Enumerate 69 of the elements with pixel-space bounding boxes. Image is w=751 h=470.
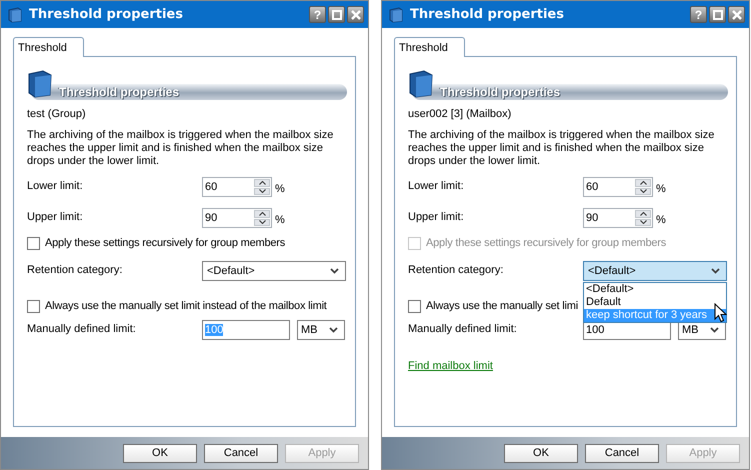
chevron-down-icon: [640, 189, 646, 194]
dialog-button[interactable]: OK: [123, 444, 197, 462]
chevron-up-icon: [258, 212, 266, 216]
dropdown-option[interactable]: <Default>: [584, 283, 726, 296]
find-limit-link[interactable]: Find mailbox limit: [408, 360, 493, 372]
field-label: Lower limit:: [408, 179, 465, 192]
field-label: Retention category:: [408, 263, 504, 276]
limit-input[interactable]: 100: [583, 320, 671, 340]
cube-icon: [27, 70, 53, 98]
field-label: Manually defined limit:: [27, 322, 137, 335]
section-title: Threshold properties: [440, 85, 560, 99]
number-spinner[interactable]: 60: [583, 177, 653, 197]
field-label: Manually defined limit:: [408, 322, 518, 335]
cube-icon: [388, 6, 404, 22]
number-spinner[interactable]: 90: [583, 208, 653, 228]
chevron-down-icon: [640, 220, 646, 224]
number-spinner[interactable]: 90: [202, 208, 272, 228]
chevron-down-icon: [330, 268, 339, 274]
close-button[interactable]: [728, 6, 745, 23]
section-title: Threshold properties: [59, 85, 180, 99]
unit-label: %: [274, 213, 285, 226]
chevron-up-icon: [640, 212, 646, 216]
dialog-button[interactable]: Cancel: [204, 444, 278, 462]
object-name: user002 [3] (Mailbox): [408, 108, 512, 120]
dropdown[interactable]: <Default>: [202, 261, 346, 281]
checkbox[interactable]: [408, 300, 421, 312]
dropdown[interactable]: <Default>: [583, 261, 727, 281]
dropdown-option[interactable]: Default: [584, 296, 726, 309]
chevron-up-icon: [640, 180, 646, 185]
chevron-down-icon: [711, 268, 720, 274]
chevron-up-icon: [258, 180, 266, 185]
close-icon: [732, 10, 742, 20]
checkbox-label: Apply these settings recursively for group members: [426, 237, 666, 249]
checkbox-label: Apply these settings recursively for group members: [45, 237, 286, 249]
field-label: Lower limit:: [27, 179, 84, 192]
window-title: Threshold properties: [29, 7, 184, 22]
chevron-down-icon: [258, 220, 266, 224]
chevron-down-icon: [329, 327, 338, 333]
tab[interactable]: Threshold: [394, 37, 465, 57]
tab[interactable]: Threshold: [13, 37, 84, 57]
description-text: The archiving of the mailbox is triggered when the mailbox size reaches the upper limit and is finished when the mailbox size drops under the lower limit.: [27, 129, 334, 168]
cube-icon: [7, 6, 23, 22]
object-name: test (Group): [27, 108, 87, 120]
description-text: The archiving of the mailbox is triggered when the mailbox size reaches the upper limit and is finished when the mailbox size drops under the lower limit.: [408, 129, 716, 168]
maximize-icon: [332, 10, 342, 20]
checkbox-label: Always use the manually set limi: [426, 300, 578, 312]
field-label: Upper limit:: [27, 210, 84, 223]
checkbox[interactable]: [27, 236, 40, 250]
checkbox-label: Always use the manually set limit instead of the mailbox limit: [45, 300, 327, 312]
close-icon: [350, 10, 360, 20]
cube-icon: [408, 70, 434, 98]
window-title: Threshold properties: [410, 7, 565, 22]
unit-dropdown[interactable]: MB: [678, 320, 726, 340]
checkbox[interactable]: [27, 300, 40, 312]
number-spinner[interactable]: 60: [202, 177, 272, 197]
field-label: Retention category:: [27, 263, 124, 276]
unit-dropdown[interactable]: MB: [297, 320, 345, 340]
dialog-button[interactable]: Cancel: [585, 444, 659, 462]
maximize-button[interactable]: [709, 6, 726, 23]
dialog-button[interactable]: OK: [504, 444, 578, 462]
unit-label: %: [655, 182, 666, 195]
maximize-icon: [712, 10, 722, 20]
chevron-down-icon: [258, 189, 266, 194]
unit-label: %: [655, 213, 666, 226]
maximize-button[interactable]: [328, 6, 345, 23]
unit-label: %: [274, 182, 285, 195]
field-label: Upper limit:: [408, 210, 465, 223]
close-button[interactable]: [347, 6, 364, 23]
chevron-down-icon: [710, 327, 719, 333]
